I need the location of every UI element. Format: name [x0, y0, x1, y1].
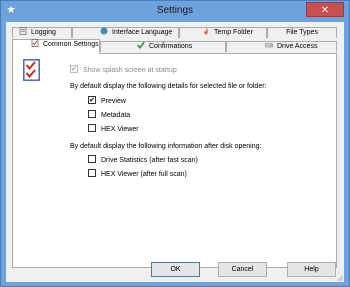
close-icon: ✕: [320, 5, 330, 16]
checkmark-icon: [137, 41, 145, 50]
logging-icon: [19, 27, 27, 36]
checklist-icon: [23, 59, 40, 81]
tab-common-settings[interactable]: Common Settings: [12, 39, 100, 54]
hex-full-scan-checkbox[interactable]: [88, 169, 96, 177]
hex-viewer-option[interactable]: HEX Viewer: [88, 124, 139, 133]
tab-label: File Types: [286, 29, 318, 36]
common-settings-icon: [31, 39, 39, 48]
tab-file-types[interactable]: File Types: [267, 27, 337, 38]
tab-label: Confirmations: [149, 43, 193, 50]
splash-checkbox[interactable]: ✔: [70, 65, 78, 73]
metadata-label: Metadata: [101, 111, 131, 119]
tab-confirmations[interactable]: Confirmations: [100, 41, 226, 52]
splash-label: Show splash screen at startup: [83, 66, 177, 74]
preview-label: Preview: [101, 97, 126, 105]
section2-heading: By default display the following informa…: [70, 143, 262, 150]
hex-full-scan-label: HEX Viewer (after full scan): [101, 170, 187, 178]
drive-statistics-checkbox[interactable]: [88, 155, 96, 163]
hex-viewer-checkbox[interactable]: [88, 124, 96, 132]
tab-label: Temp Folder: [214, 29, 253, 36]
window-title: Settings: [156, 5, 194, 16]
section1-heading: By default display the following details…: [70, 83, 267, 90]
ok-button[interactable]: OK: [151, 262, 200, 277]
hex-viewer-label: HEX Viewer: [101, 125, 139, 133]
tab-label: Drive Access: [277, 43, 318, 50]
metadata-checkbox[interactable]: [88, 110, 96, 118]
tab-drive-access[interactable]: Drive Access: [226, 41, 337, 52]
tab-temp-folder[interactable]: Temp Folder: [179, 27, 267, 38]
dialog-client: Logging Interface Language Temp Folder F…: [6, 22, 344, 282]
tab-interface-language[interactable]: Interface Language: [72, 27, 179, 38]
resize-grip-icon[interactable]: [337, 275, 343, 281]
hex-full-scan-option[interactable]: HEX Viewer (after full scan): [88, 169, 187, 178]
drive-icon: [265, 41, 273, 49]
globe-icon: [100, 27, 108, 35]
tab-label: Common Settings: [43, 41, 99, 48]
preview-option[interactable]: ✔ Preview: [88, 96, 126, 105]
settings-window: Settings ✕ Logging Interface Language Te…: [0, 0, 350, 287]
close-button[interactable]: ✕: [306, 2, 344, 17]
help-button[interactable]: Help: [287, 262, 336, 277]
cancel-button[interactable]: Cancel: [218, 262, 267, 277]
tab-label: Interface Language: [112, 29, 173, 36]
splash-option[interactable]: ✔ Show splash screen at startup: [70, 65, 177, 74]
drive-statistics-option[interactable]: Drive Statistics (after fast scan): [88, 155, 198, 164]
title-bar[interactable]: Settings ✕: [1, 1, 349, 21]
preview-checkbox[interactable]: ✔: [88, 96, 96, 104]
tab-label: Logging: [31, 29, 56, 36]
tab-logging[interactable]: Logging: [12, 27, 72, 38]
metadata-option[interactable]: Metadata: [88, 110, 131, 119]
drive-statistics-label: Drive Statistics (after fast scan): [101, 156, 198, 164]
temp-folder-icon: [202, 27, 210, 35]
